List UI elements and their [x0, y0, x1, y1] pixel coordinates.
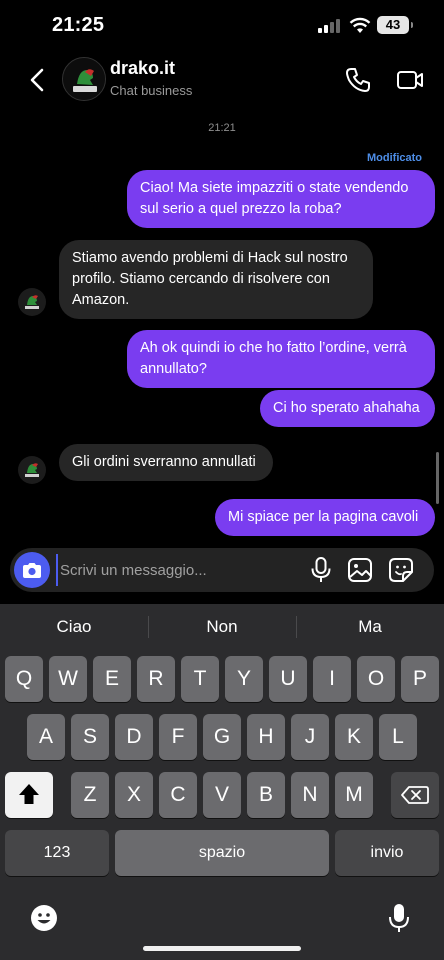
- key-b[interactable]: B: [247, 772, 285, 818]
- back-icon[interactable]: [24, 64, 52, 96]
- key-z[interactable]: Z: [71, 772, 109, 818]
- return-key[interactable]: invio: [335, 830, 439, 876]
- message-input[interactable]: [56, 554, 296, 586]
- dictation-icon[interactable]: [388, 902, 410, 934]
- key-d[interactable]: D: [115, 714, 153, 760]
- suggestion-item[interactable]: Ciao: [0, 604, 148, 650]
- battery-indicator: 43: [377, 16, 413, 34]
- message-composer: [10, 548, 434, 592]
- keyboard: Ciao Non Ma Q W E R T Y U I O P A S D F …: [0, 604, 444, 960]
- phone-icon[interactable]: [344, 66, 372, 94]
- key-e[interactable]: E: [93, 656, 131, 702]
- shift-icon: [19, 784, 39, 804]
- key-f[interactable]: F: [159, 714, 197, 760]
- status-time: 21:25: [52, 14, 105, 36]
- key-u[interactable]: U: [269, 656, 307, 702]
- sender-avatar: [18, 456, 46, 484]
- message-sent[interactable]: Ci ho sperato ahahaha: [260, 390, 435, 427]
- message-timestamp: 21:21: [208, 122, 236, 134]
- mic-icon[interactable]: [308, 556, 334, 584]
- message-sent[interactable]: Ah ok quindi io che ho fatto l’ordine, v…: [127, 330, 435, 388]
- key-s[interactable]: S: [71, 714, 109, 760]
- chat-area[interactable]: 21:21 Modificato Ciao! Ma siete impazzit…: [0, 108, 444, 604]
- shift-key[interactable]: [5, 772, 53, 818]
- suggestion-item[interactable]: Non: [148, 604, 296, 650]
- key-v[interactable]: V: [203, 772, 241, 818]
- edited-label: Modificato: [367, 152, 422, 164]
- gallery-icon[interactable]: [347, 557, 373, 583]
- backspace-key[interactable]: [391, 772, 439, 818]
- home-indicator[interactable]: [143, 946, 301, 951]
- key-p[interactable]: P: [401, 656, 439, 702]
- suggestion-item[interactable]: Ma: [296, 604, 444, 650]
- key-c[interactable]: C: [159, 772, 197, 818]
- backspace-icon: [401, 786, 429, 804]
- camera-icon: [23, 563, 41, 578]
- key-l[interactable]: L: [379, 714, 417, 760]
- scrollbar[interactable]: [436, 452, 439, 504]
- key-x[interactable]: X: [115, 772, 153, 818]
- key-j[interactable]: J: [291, 714, 329, 760]
- key-a[interactable]: A: [27, 714, 65, 760]
- wifi-icon: [349, 17, 371, 33]
- chat-title[interactable]: drako.it: [110, 58, 175, 79]
- key-w[interactable]: W: [49, 656, 87, 702]
- chat-header: drako.it Chat business: [0, 52, 444, 108]
- signal-icon: [318, 19, 342, 33]
- video-icon[interactable]: [396, 66, 424, 94]
- key-o[interactable]: O: [357, 656, 395, 702]
- emoji-icon[interactable]: [30, 904, 58, 932]
- sender-avatar: [18, 288, 46, 316]
- key-n[interactable]: N: [291, 772, 329, 818]
- message-received[interactable]: Stiamo avendo problemi di Hack sul nostr…: [59, 240, 373, 319]
- avatar[interactable]: [62, 57, 106, 101]
- message-received[interactable]: Gli ordini sverranno annullati: [59, 444, 273, 481]
- key-m[interactable]: M: [335, 772, 373, 818]
- message-sent[interactable]: Ciao! Ma siete impazziti o state vendend…: [127, 170, 435, 228]
- key-y[interactable]: Y: [225, 656, 263, 702]
- sticker-icon[interactable]: [388, 557, 414, 583]
- key-q[interactable]: Q: [5, 656, 43, 702]
- key-i[interactable]: I: [313, 656, 351, 702]
- camera-button[interactable]: [14, 552, 50, 588]
- message-sent[interactable]: Mi spiace per la pagina cavoli: [215, 499, 435, 536]
- key-r[interactable]: R: [137, 656, 175, 702]
- avatar-logo: [63, 58, 105, 100]
- status-bar: 21:25 43: [0, 0, 444, 52]
- chat-subtitle: Chat business: [110, 83, 193, 98]
- space-key[interactable]: spazio: [115, 830, 329, 876]
- key-g[interactable]: G: [203, 714, 241, 760]
- key-t[interactable]: T: [181, 656, 219, 702]
- key-k[interactable]: K: [335, 714, 373, 760]
- numbers-key[interactable]: 123: [5, 830, 109, 876]
- suggestion-bar: Ciao Non Ma: [0, 604, 444, 650]
- key-h[interactable]: H: [247, 714, 285, 760]
